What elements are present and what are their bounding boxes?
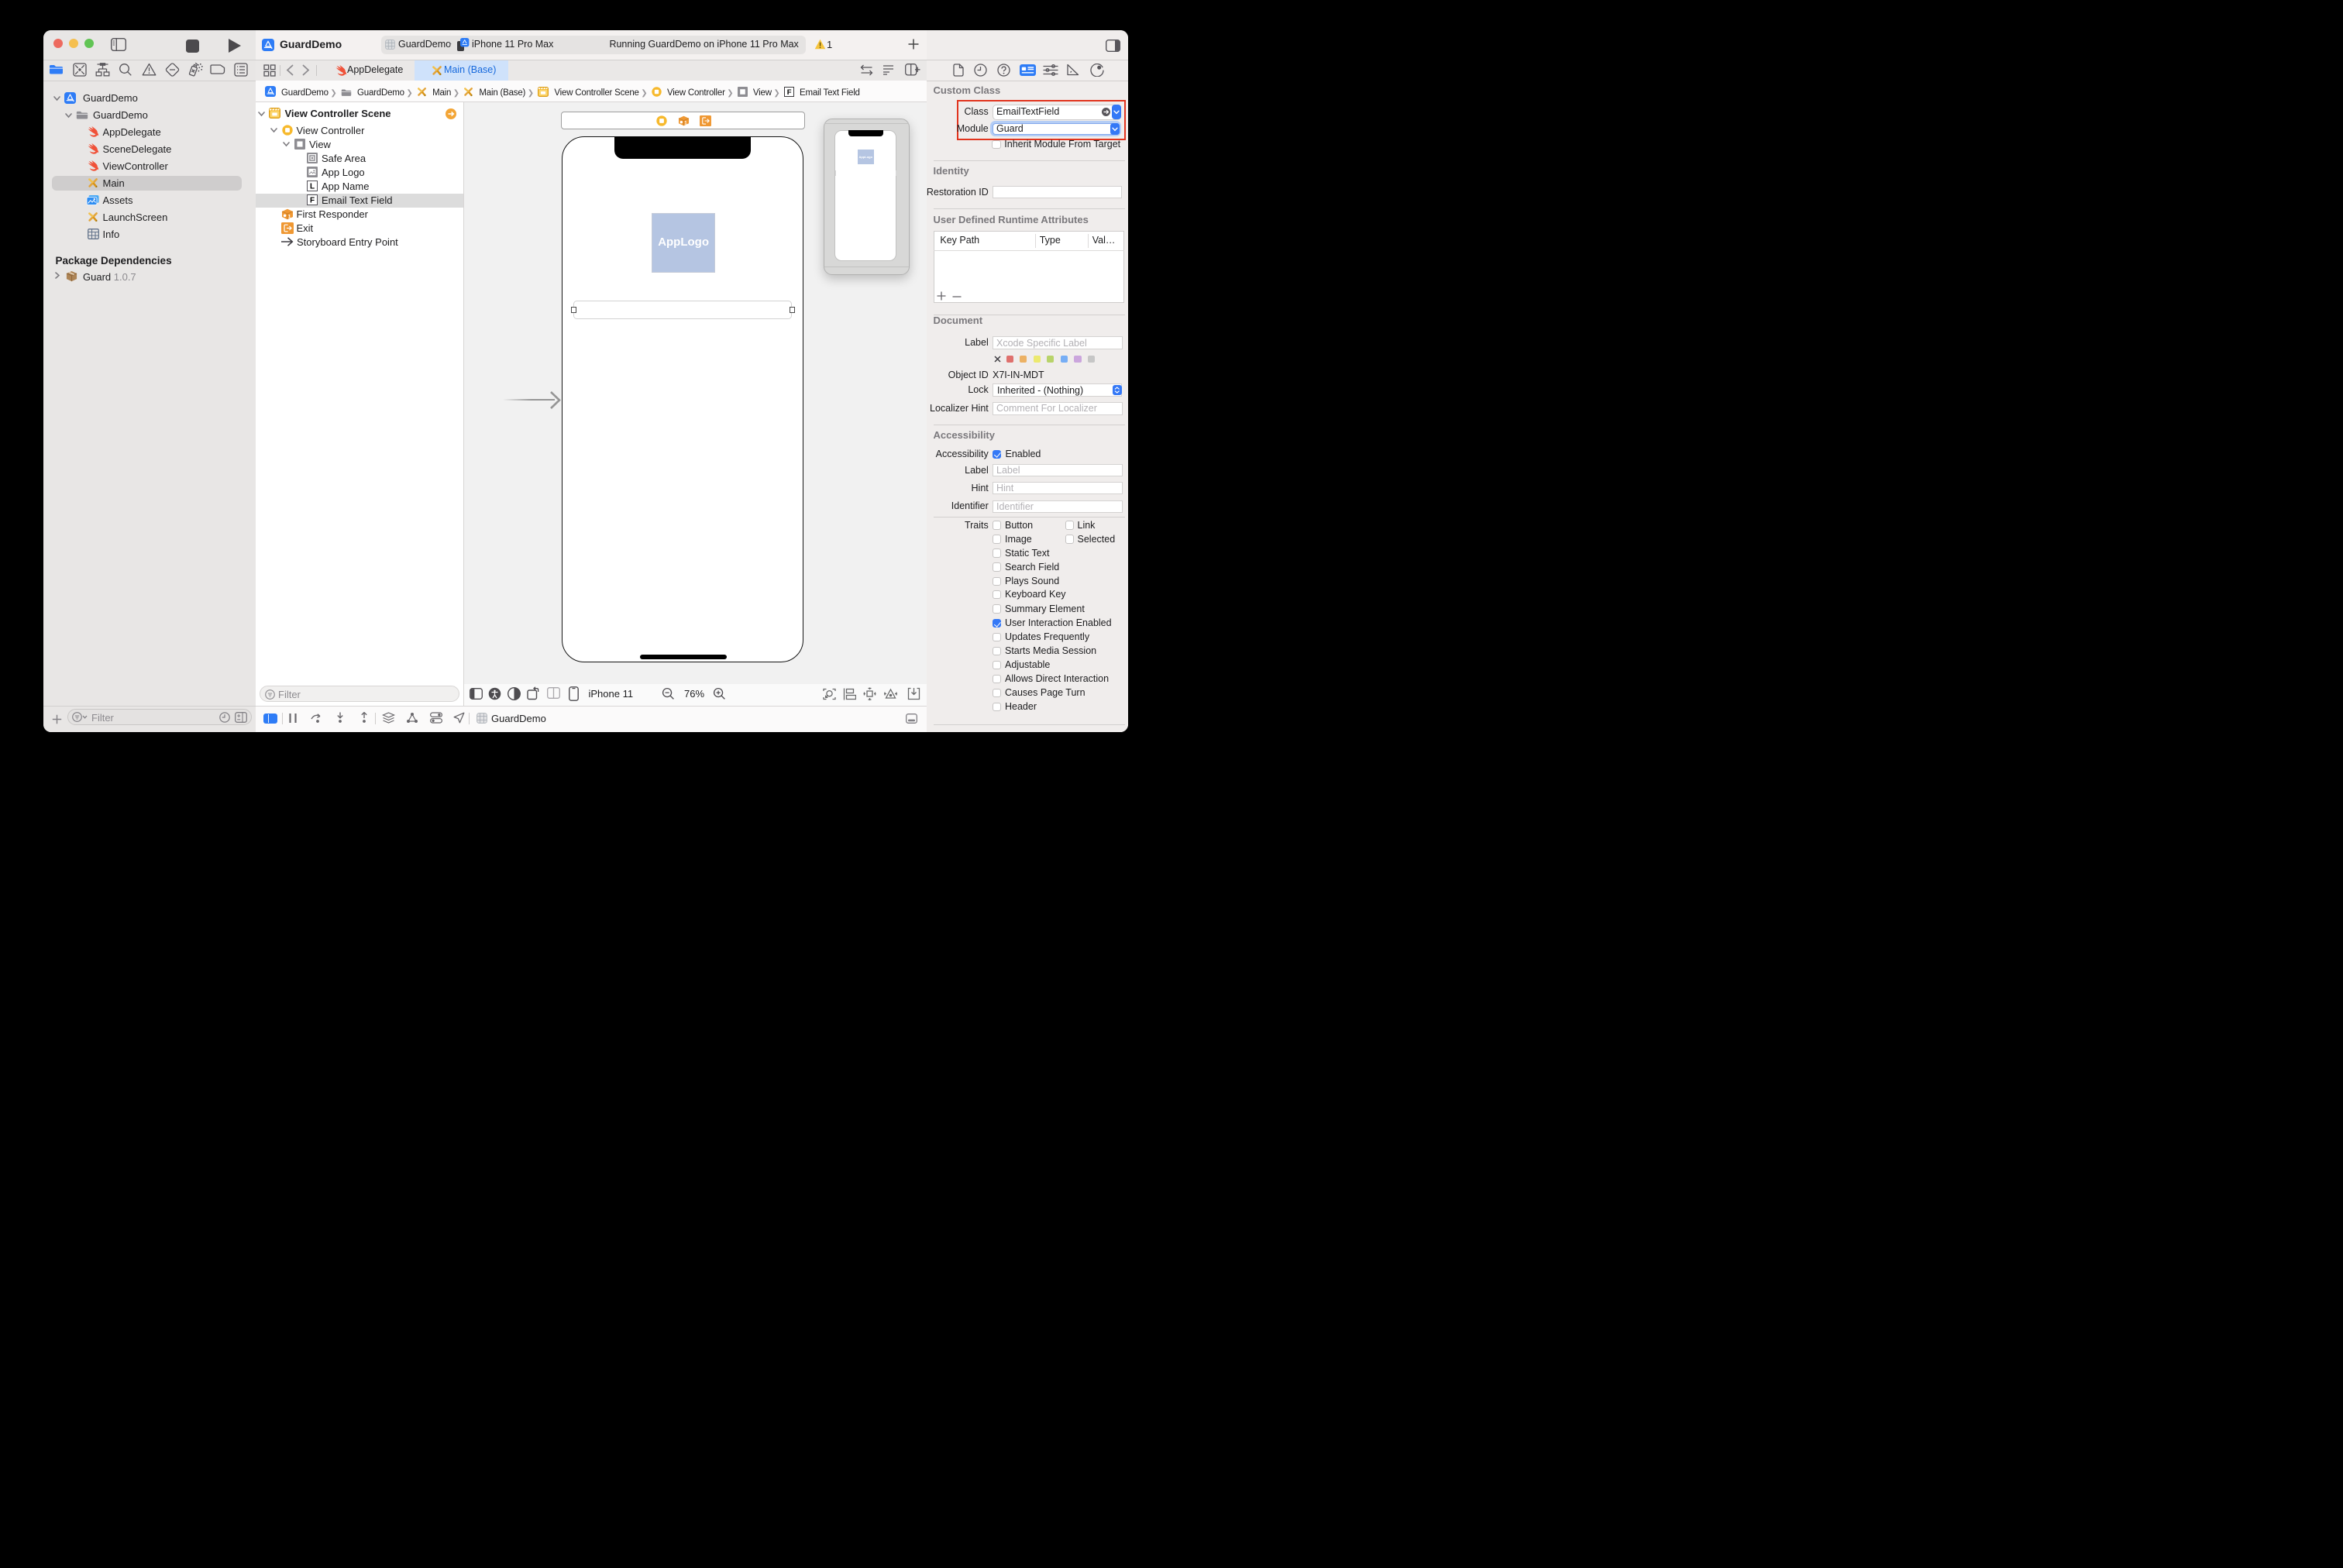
svg-text:F: F [310, 197, 315, 205]
svg-text:L: L [310, 183, 315, 191]
svg-text:F: F [787, 88, 792, 97]
svg-text:1: 1 [288, 214, 291, 219]
